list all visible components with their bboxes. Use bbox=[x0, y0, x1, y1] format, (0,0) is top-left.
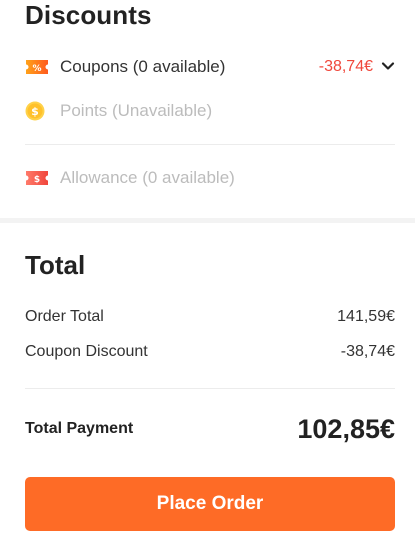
order-total-label: Order Total bbox=[25, 308, 104, 325]
total-payment-value: 102,85€ bbox=[297, 413, 395, 444]
place-order-button[interactable]: Place Order bbox=[25, 477, 395, 531]
total-title: Total bbox=[25, 250, 86, 280]
discounts-title: Discounts bbox=[25, 0, 152, 30]
svg-text:$: $ bbox=[34, 175, 40, 185]
total-payment-row: Total Payment 102,85€ bbox=[25, 410, 395, 448]
coin-dollar-icon: $ bbox=[25, 101, 49, 121]
coupons-amount-toggle[interactable]: -38,74€ bbox=[319, 53, 395, 81]
total-payment-label: Total Payment bbox=[25, 420, 134, 437]
coupons-row[interactable]: % Coupons (0 available) -38,74€ bbox=[25, 53, 395, 81]
order-total-row: Order Total 141,59€ bbox=[25, 305, 395, 329]
allowance-label: Allowance (0 available) bbox=[60, 168, 235, 187]
chevron-down-icon bbox=[381, 58, 395, 76]
coupons-amount: -38,74€ bbox=[318, 58, 373, 75]
order-total-value: 141,59€ bbox=[337, 308, 395, 325]
svg-text:$: $ bbox=[31, 105, 39, 118]
svg-text:%: % bbox=[32, 64, 41, 74]
discounts-section: Discounts % Coupons (0 available) -38,74… bbox=[0, 0, 415, 218]
discount-divider bbox=[25, 144, 395, 145]
points-row: $ Points (Unavailable) bbox=[25, 97, 395, 125]
allowance-ticket-icon: $ bbox=[25, 168, 49, 188]
coupon-discount-row: Coupon Discount -38,74€ bbox=[25, 340, 395, 364]
coupon-discount-value: -38,74€ bbox=[340, 343, 395, 360]
section-separator bbox=[0, 218, 415, 223]
total-divider bbox=[25, 388, 395, 389]
allowance-row: $ Allowance (0 available) bbox=[25, 164, 395, 192]
coupon-discount-label: Coupon Discount bbox=[25, 343, 148, 360]
coupon-percent-icon: % bbox=[25, 57, 49, 77]
points-label: Points (Unavailable) bbox=[60, 101, 213, 120]
coupons-label: Coupons (0 available) bbox=[60, 57, 226, 76]
